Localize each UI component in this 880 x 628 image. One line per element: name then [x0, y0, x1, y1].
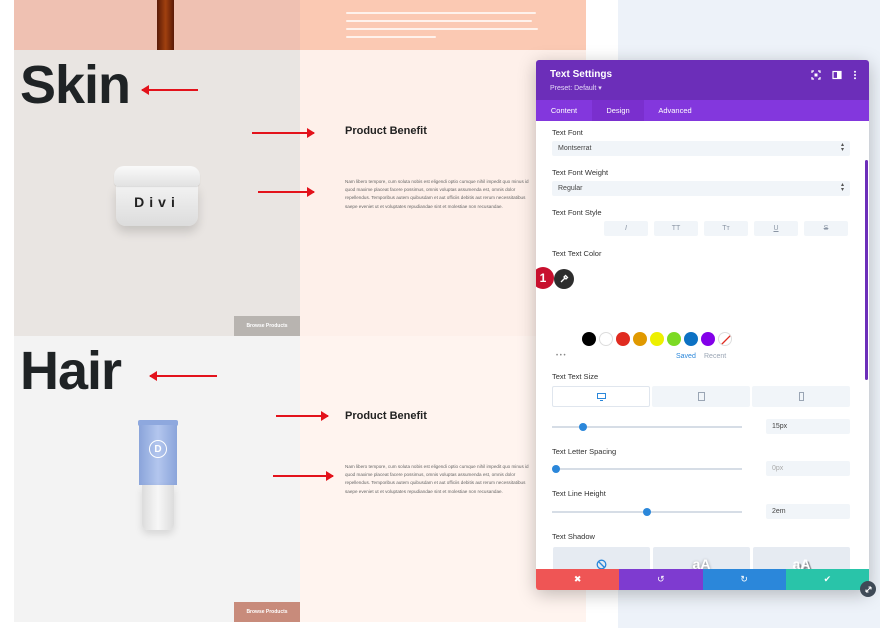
text-font-select[interactable]: Montserrat ▴ ▾ [552, 141, 850, 156]
text-line [346, 12, 536, 14]
strikethrough-button[interactable]: S [804, 221, 848, 236]
top-left-image [14, 0, 300, 50]
text-shadow-label: Text Shadow [552, 532, 595, 541]
focus-icon[interactable] [810, 69, 822, 81]
skin-heading: Skin [20, 55, 131, 115]
product-benefit-heading: Product Benefit [345, 125, 427, 137]
annotation-arrow [141, 85, 198, 95]
letter-spacing-value[interactable]: 0px [766, 461, 850, 476]
swatch-yellow[interactable] [650, 332, 664, 346]
swatch-blue[interactable] [684, 332, 698, 346]
panel-scrollbar[interactable] [865, 160, 868, 380]
text-color-label: Text Text Color [552, 249, 602, 258]
phone-device-tab[interactable] [752, 386, 850, 407]
swatch-purple[interactable] [701, 332, 715, 346]
text-size-value[interactable]: 15px [766, 419, 850, 434]
text-font-style-label: Text Font Style [552, 208, 602, 217]
letter-spacing-slider-knob[interactable] [552, 465, 560, 473]
shadow-none-option[interactable] [553, 547, 650, 569]
undo-button[interactable]: ↺ [619, 569, 703, 590]
capitalize-button[interactable]: Tт [704, 221, 748, 236]
tube-logo: D [149, 440, 167, 458]
line-height-value[interactable]: 2em [766, 504, 850, 519]
bottle-image [157, 0, 174, 50]
divi-jar-image: Divi [114, 166, 200, 226]
browse-products-button[interactable]: Browse Products [234, 316, 300, 336]
jar-lid [114, 166, 200, 186]
text-size-label: Text Text Size [552, 372, 599, 381]
swatch-green[interactable] [667, 332, 681, 346]
select-caret-icon: ▴ ▾ [840, 142, 844, 153]
uppercase-button[interactable]: TT [654, 221, 698, 236]
discard-button[interactable]: ✖ [536, 569, 620, 590]
text-line [346, 36, 436, 38]
more-vertical-icon[interactable] [849, 69, 861, 81]
swatch-white[interactable] [599, 332, 613, 346]
letter-spacing-slider[interactable] [552, 468, 742, 470]
text-font-weight-value: Regular [558, 185, 583, 192]
tab-design[interactable]: Design [592, 100, 644, 121]
annotation-arrow [149, 371, 217, 381]
shadow-preset-option[interactable]: aA [653, 547, 750, 569]
tablet-device-tab[interactable] [652, 386, 750, 407]
panel-body: Text Font Montserrat ▴ ▾ Text Font Weight… [536, 121, 869, 569]
italic-button[interactable]: I [604, 221, 648, 236]
select-caret-icon: ▴ ▾ [840, 182, 844, 193]
more-colors-button[interactable]: • • • [556, 353, 566, 359]
save-button[interactable]: ✔ [785, 569, 869, 590]
split-view-icon[interactable] [831, 69, 843, 81]
letter-spacing-label: Text Letter Spacing [552, 447, 617, 456]
tube-lower [142, 485, 174, 530]
tab-content[interactable]: Content [536, 100, 592, 121]
product-benefit-paragraph: Nam libero tempore, cum soluta nobis est… [345, 179, 529, 209]
tablet-icon [697, 392, 705, 401]
desktop-icon [596, 392, 606, 401]
step-badge: 1 [536, 267, 554, 289]
redo-button[interactable]: ↻ [702, 569, 786, 590]
saved-colors-tab[interactable]: Saved [676, 353, 696, 360]
line-height-slider-knob[interactable] [643, 508, 651, 516]
phone-icon [798, 392, 804, 401]
text-font-label: Text Font [552, 128, 583, 137]
text-line [346, 28, 538, 30]
product-benefit-paragraph: Nam libero tempore, cum soluta nobis est… [345, 464, 529, 494]
swatch-black[interactable] [582, 332, 596, 346]
text-font-weight-select[interactable]: Regular ▴ ▾ [552, 181, 850, 196]
preset-selector[interactable]: Preset: Default ▾ [550, 84, 602, 92]
screenshot-stage: Skin Divi Browse Products Product Benefi… [0, 0, 880, 628]
browse-products-button[interactable]: Browse Products [234, 602, 300, 622]
underline-button[interactable]: U [754, 221, 798, 236]
text-settings-panel: Text Settings Preset: Default ▾ Content … [536, 60, 869, 590]
divi-tube-image: D [138, 420, 178, 532]
text-size-slider-knob[interactable] [579, 423, 588, 431]
no-shadow-icon [596, 559, 607, 569]
jar-brand: Divi [134, 194, 180, 210]
swatch-orange[interactable] [633, 332, 647, 346]
text-line [346, 20, 532, 22]
annotation-arrow [252, 128, 315, 138]
text-font-value: Montserrat [558, 145, 592, 152]
recent-colors-tab[interactable]: Recent [704, 353, 726, 360]
panel-tabs: Content Design Advanced [536, 100, 869, 121]
resize-handle-icon[interactable] [860, 581, 876, 597]
shadow-preset-option[interactable]: aA [753, 547, 850, 569]
hair-image-column: Hair D Browse Products [14, 336, 300, 622]
hair-heading: Hair [20, 341, 122, 401]
panel-header: Text Settings Preset: Default ▾ [536, 60, 869, 100]
text-font-weight-label: Text Font Weight [552, 168, 609, 177]
panel-footer: ✖ ↺ ↻ ✔ [536, 569, 869, 590]
annotation-arrow [258, 187, 315, 197]
skin-image-column: Skin Divi Browse Products [14, 50, 300, 336]
annotation-arrow [273, 471, 334, 481]
tab-advanced[interactable]: Advanced [644, 100, 706, 121]
line-height-label: Text Line Height [552, 489, 606, 498]
eyedropper-icon[interactable] [554, 269, 574, 289]
swatch-none[interactable] [718, 332, 732, 346]
swatch-red[interactable] [616, 332, 630, 346]
desktop-device-tab[interactable] [552, 386, 650, 407]
product-benefit-heading: Product Benefit [345, 410, 427, 422]
annotation-arrow [276, 411, 329, 421]
top-right-text-block [300, 0, 586, 50]
panel-title: Text Settings [550, 69, 613, 80]
